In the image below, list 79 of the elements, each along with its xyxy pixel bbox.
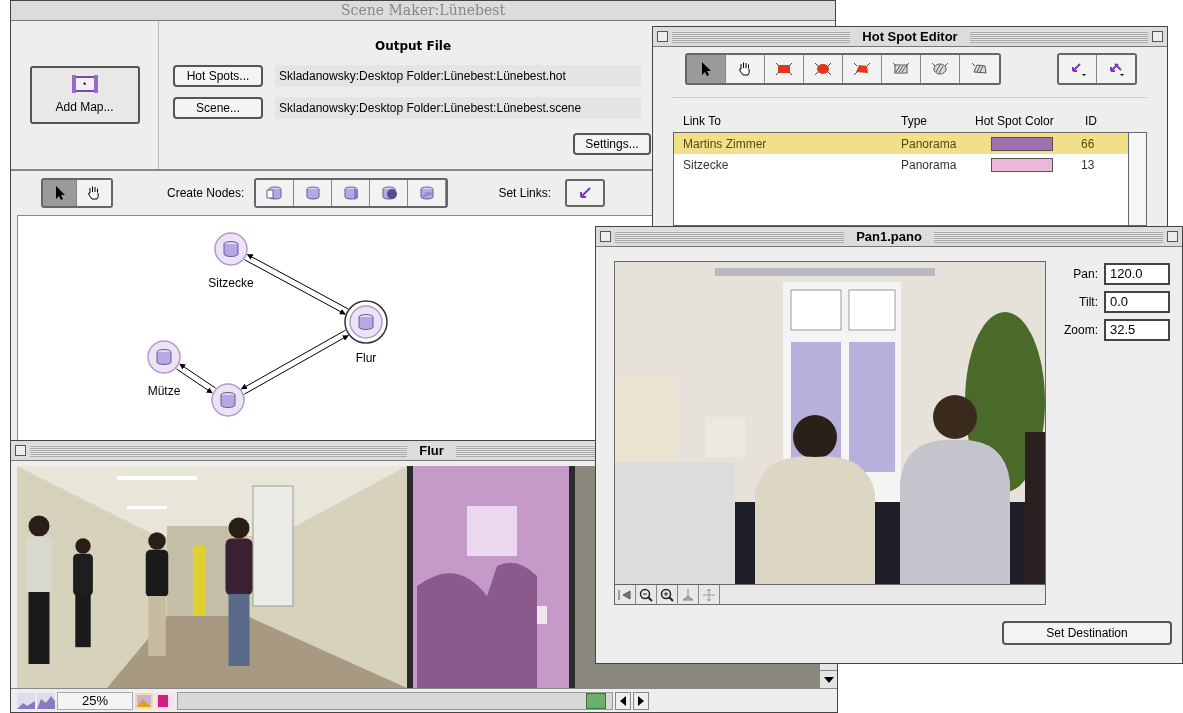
link-tool-button[interactable] [565, 179, 606, 207]
node-tool-button[interactable] [370, 180, 409, 206]
window-title: Pan1.pano [855, 227, 923, 246]
polygon-hotspot-icon [853, 60, 871, 78]
link-arrow-icon [1107, 61, 1125, 77]
horizontal-scrollbar[interactable] [177, 691, 613, 710]
file-button[interactable]: Hot Spots... [173, 65, 263, 87]
node-tool-button[interactable] [256, 180, 295, 206]
page-icon[interactable] [155, 692, 173, 709]
link-arrow-icon [578, 186, 593, 200]
node-tool-button[interactable] [294, 180, 333, 206]
close-box-icon[interactable] [600, 231, 611, 242]
tool-button[interactable] [960, 55, 999, 83]
tool-button[interactable] [921, 55, 960, 83]
field-label: Tilt: [1078, 294, 1098, 311]
node-label: Flur [355, 351, 377, 365]
create-nodes-label: Create Nodes: [167, 185, 245, 202]
tool-button[interactable] [77, 180, 111, 206]
node-type: Panorama [901, 135, 958, 153]
value-field[interactable]: 0.0 [1104, 291, 1170, 313]
link-name: Sitzecke [683, 156, 730, 174]
histogram-large-icon[interactable] [37, 692, 55, 709]
add-map-button[interactable]: Add Map... [29, 66, 140, 124]
scene-node[interactable] [211, 383, 245, 417]
set-destination-button[interactable]: Set Destination [1002, 621, 1172, 645]
column-header: Link To [683, 113, 722, 130]
column-header: Type [901, 113, 928, 130]
scroll-right-icon[interactable] [633, 691, 649, 710]
settings-button[interactable]: Settings... [573, 133, 651, 155]
file-path-field[interactable]: Skladanowsky:Desktop Folder:Lünebest:Lünebest.hot [275, 65, 641, 87]
transition-node-icon [264, 184, 285, 202]
scroll-left-icon[interactable] [615, 691, 631, 710]
tool-button[interactable] [804, 55, 843, 83]
hatched-oval-icon [931, 60, 949, 78]
field-label: Pan: [1072, 266, 1098, 283]
go-back-icon[interactable] [615, 585, 636, 605]
tool-button[interactable] [726, 55, 765, 83]
rectangle-hotspot-icon [775, 60, 793, 78]
close-box-icon[interactable] [15, 445, 26, 456]
list-scrollbar[interactable] [1128, 133, 1146, 225]
value-field[interactable]: 32.5 [1104, 319, 1170, 341]
hot-spot-row[interactable]: Martins Zimmer Panorama 66 [674, 133, 1128, 154]
section-heading: Output File [373, 38, 453, 55]
field-label: Zoom: [1063, 322, 1098, 339]
scene-node[interactable] [214, 232, 248, 266]
hot-spot-id: 66 [1081, 135, 1095, 153]
zoom-box-icon[interactable] [1152, 31, 1163, 42]
link-tool-button[interactable] [1059, 55, 1097, 83]
node-label: Sitzecke [208, 276, 254, 290]
tool-button[interactable] [765, 55, 804, 83]
scroll-thumb[interactable] [586, 692, 606, 709]
histogram-small-icon[interactable] [17, 692, 35, 709]
node-tool-button[interactable] [332, 180, 371, 206]
window-title: Scene Maker:Lünebest [340, 1, 506, 20]
file-button[interactable]: Scene... [173, 97, 263, 119]
tool-button[interactable] [843, 55, 882, 83]
oval-hotspot-icon [814, 60, 832, 78]
column-header: Hot Spot Color [975, 113, 1055, 130]
window-title: Flur [418, 441, 445, 460]
node-type: Panorama [901, 156, 958, 174]
window-title: Hot Spot Editor [861, 27, 959, 46]
node-tool-button[interactable] [408, 180, 447, 206]
value-field[interactable]: 120.0 [1104, 263, 1170, 285]
zoom-level[interactable]: 25% [57, 691, 133, 710]
scene-node[interactable] [147, 340, 181, 374]
tool-button[interactable] [43, 180, 77, 206]
set-links-label: Set Links: [498, 185, 552, 202]
link-tool-button[interactable] [1097, 55, 1135, 83]
tool-button[interactable] [882, 55, 921, 83]
hot-spot-id: 13 [1081, 156, 1095, 174]
link-name: Martins Zimmer [683, 135, 768, 153]
zoom-box-icon[interactable] [1167, 231, 1178, 242]
close-box-icon[interactable] [657, 31, 668, 42]
file-path-field[interactable]: Skladanowsky:Desktop Folder:Lünebest:Lünebest.scene [275, 97, 641, 119]
scene-node[interactable] [344, 300, 388, 344]
tool-button[interactable] [687, 55, 726, 83]
node-label: Mütze [147, 384, 181, 398]
map-icon [70, 74, 99, 94]
column-header: ID [1085, 113, 1098, 130]
